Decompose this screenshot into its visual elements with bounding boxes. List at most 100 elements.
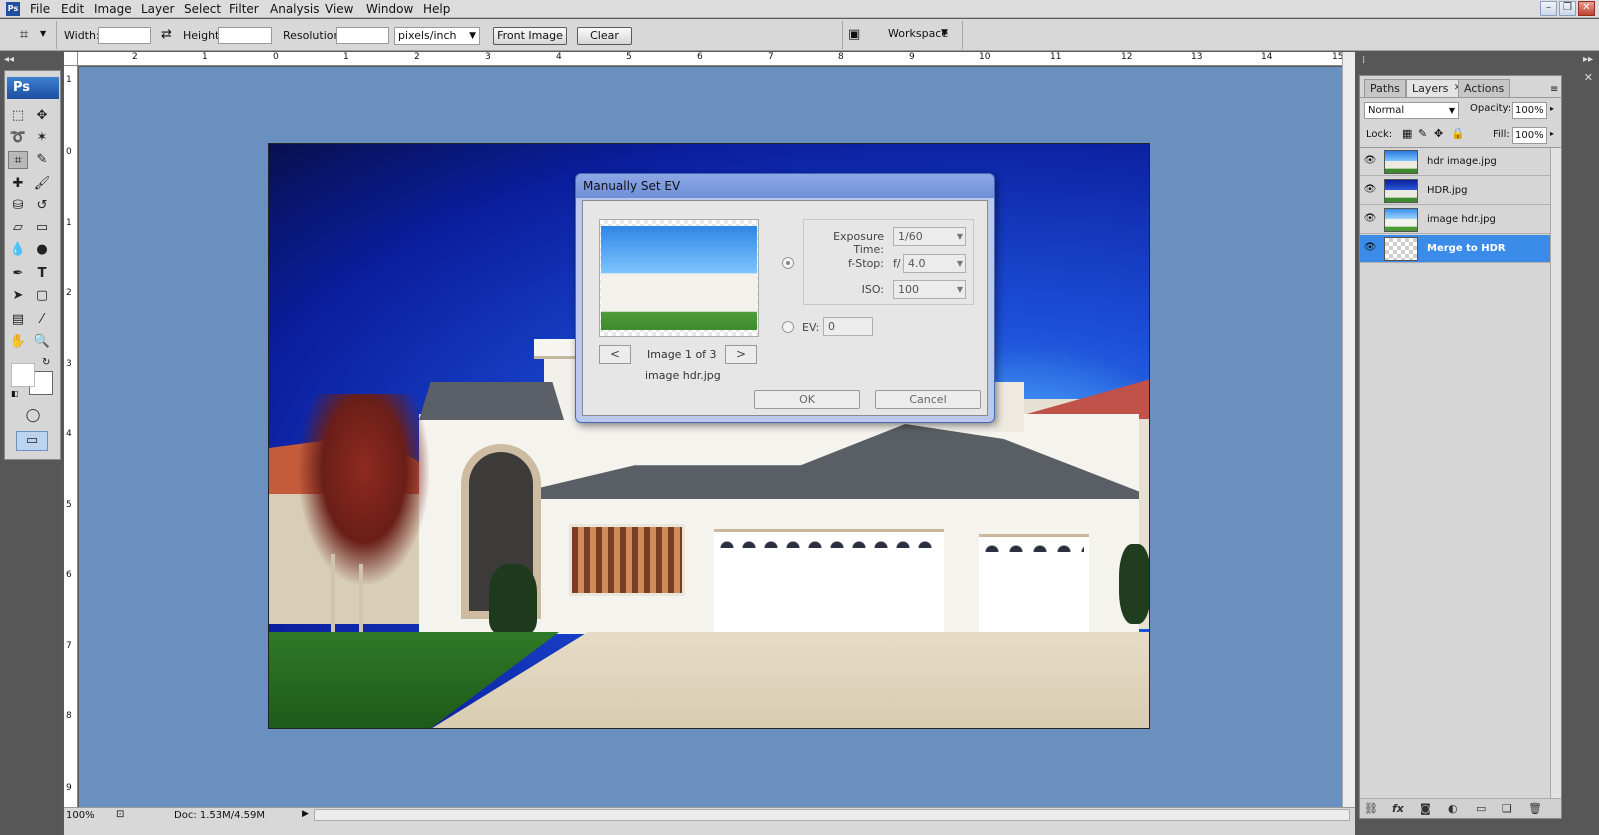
fill-slider-icon[interactable]: ▸ [1550,129,1554,138]
opacity-input[interactable]: 100% [1512,102,1547,119]
expand-panel-icon[interactable]: ▸▸ [1583,54,1593,65]
menu-image[interactable]: Image [94,2,132,16]
height-input[interactable] [218,27,272,44]
zoom-tool-icon[interactable]: 🔍 [32,333,52,351]
healing-brush-icon[interactable]: ✚ [8,175,28,193]
fstop-select[interactable]: 4.0 ▼ [903,254,966,273]
dodge-tool-icon[interactable]: ● [32,241,52,259]
lock-all-icon[interactable]: 🔒 [1451,127,1465,140]
magic-wand-icon[interactable]: ✶ [32,129,52,147]
tab-actions[interactable]: Actions [1458,79,1511,97]
lasso-tool-icon[interactable]: ➰ [8,129,28,147]
swap-colors-icon[interactable]: ↻ [42,357,50,368]
link-layers-icon[interactable]: ⛓ [1364,802,1378,815]
default-colors-icon[interactable]: ◧ [11,389,19,398]
grip-icon[interactable]: ⁞ [1362,55,1365,66]
zoom-level[interactable]: 100% [66,810,95,821]
adjustment-layer-icon[interactable]: ◐ [1448,802,1458,815]
status-info-icon[interactable]: ⊡ [116,809,124,820]
crop-tool-icon[interactable]: ⌗ [8,151,28,169]
new-layer-icon[interactable]: ❏ [1502,802,1512,815]
layer-row[interactable]: 👁 image hdr.jpg [1360,206,1550,234]
slice-tool-icon[interactable]: ✎ [32,151,52,169]
restore-button[interactable]: ❐ [1559,1,1576,16]
crop-tool-preset-icon[interactable]: ⌗ [14,25,34,43]
chevron-down-icon[interactable]: ▼ [40,29,46,38]
foreground-color-swatch[interactable] [11,363,35,387]
visibility-eye-icon[interactable]: 👁 [1362,184,1378,196]
swap-icon[interactable]: ⇄ [161,27,172,42]
previous-image-button[interactable]: < [599,345,631,364]
panel-menu-icon[interactable]: ≡ [1550,84,1558,95]
ok-button[interactable]: OK [754,390,860,409]
notes-tool-icon[interactable]: ▤ [8,311,28,329]
clear-button[interactable]: Clear [577,27,632,45]
pen-tool-icon[interactable]: ✒ [8,265,28,283]
tab-layers[interactable]: Layers ✕ [1406,79,1466,97]
eyedropper-icon[interactable]: ⁄ [32,311,52,329]
layer-row[interactable]: 👁 hdr image.jpg [1360,148,1550,176]
blend-mode-select[interactable]: Normal ▼ [1364,102,1459,119]
marquee-tool-icon[interactable]: ⬚ [8,107,28,125]
next-image-button[interactable]: > [725,345,757,364]
new-group-icon[interactable]: ▭ [1476,802,1486,815]
resolution-unit-select[interactable]: pixels/inch ▼ [394,27,480,45]
brush-tool-icon[interactable]: 🖌 [32,175,52,193]
status-menu-arrow-icon[interactable]: ▶ [302,809,309,819]
menu-analysis[interactable]: Analysis [270,2,319,16]
horizontal-scrollbar[interactable] [314,809,1350,821]
blur-tool-icon[interactable]: 💧 [8,241,28,259]
clone-stamp-icon[interactable]: ⛁ [8,197,28,215]
bridge-icon[interactable]: ▣ [848,27,870,44]
menu-file[interactable]: File [30,2,50,16]
fx-icon[interactable]: fx [1392,802,1404,815]
menu-filter[interactable]: Filter [229,2,259,16]
trash-icon[interactable]: 🗑 [1528,802,1542,815]
gradient-tool-icon[interactable]: ▭ [32,219,52,237]
layers-scrollbar[interactable] [1550,148,1561,798]
vertical-scrollbar[interactable] [1342,52,1355,807]
menu-select[interactable]: Select [184,2,221,16]
menu-edit[interactable]: Edit [61,2,84,16]
type-tool-icon[interactable]: T [32,265,52,283]
menu-view[interactable]: View [325,2,353,16]
history-brush-icon[interactable]: ↺ [32,197,52,215]
path-selection-icon[interactable]: ➤ [8,287,28,305]
chevron-down-icon[interactable]: ▼ [941,28,948,38]
ev-radio[interactable] [782,321,794,333]
visibility-eye-icon[interactable]: 👁 [1362,155,1378,167]
move-tool-icon[interactable]: ✥ [32,107,52,125]
menu-layer[interactable]: Layer [141,2,174,16]
opacity-slider-icon[interactable]: ▸ [1550,104,1554,113]
layer-row[interactable]: 👁 HDR.jpg [1360,177,1550,205]
front-image-button[interactable]: Front Image [493,27,567,45]
layer-row-selected[interactable]: 👁 Merge to HDR [1360,235,1550,263]
menu-window[interactable]: Window [366,2,413,16]
resolution-input[interactable] [336,27,389,44]
workspace-menu[interactable]: Workspace [888,27,948,40]
lock-transparent-icon[interactable]: ▦ [1402,127,1412,140]
ev-input[interactable]: 0 [823,317,873,336]
lock-pixels-icon[interactable]: ✎ [1418,127,1427,140]
visibility-eye-icon[interactable]: 👁 [1362,213,1378,225]
fill-input[interactable]: 100% [1512,127,1547,144]
collapse-panel-icon[interactable]: ◂◂ [4,54,14,65]
menu-help[interactable]: Help [423,2,450,16]
shape-tool-icon[interactable]: ▢ [32,287,52,305]
close-window-button[interactable]: ✕ [1578,1,1595,16]
iso-select[interactable]: 100 ▼ [893,280,966,299]
exposure-time-select[interactable]: 1/60 ▼ [893,227,966,246]
tab-paths[interactable]: Paths [1364,79,1406,97]
hand-tool-icon[interactable]: ✋ [8,333,28,351]
eraser-tool-icon[interactable]: ▱ [8,219,28,237]
close-panel-icon[interactable]: ✕ [1584,71,1593,84]
visibility-eye-icon[interactable]: 👁 [1362,242,1378,254]
width-input[interactable] [98,27,151,44]
quick-mask-icon[interactable]: ◯ [22,407,44,425]
add-mask-icon[interactable]: ◙ [1420,802,1431,815]
cancel-button[interactable]: Cancel [875,390,981,409]
exposure-radio[interactable] [782,257,794,269]
lock-position-icon[interactable]: ✥ [1434,127,1443,140]
minimize-button[interactable]: – [1540,1,1557,16]
screen-mode-icon[interactable]: ▭ [16,431,48,451]
